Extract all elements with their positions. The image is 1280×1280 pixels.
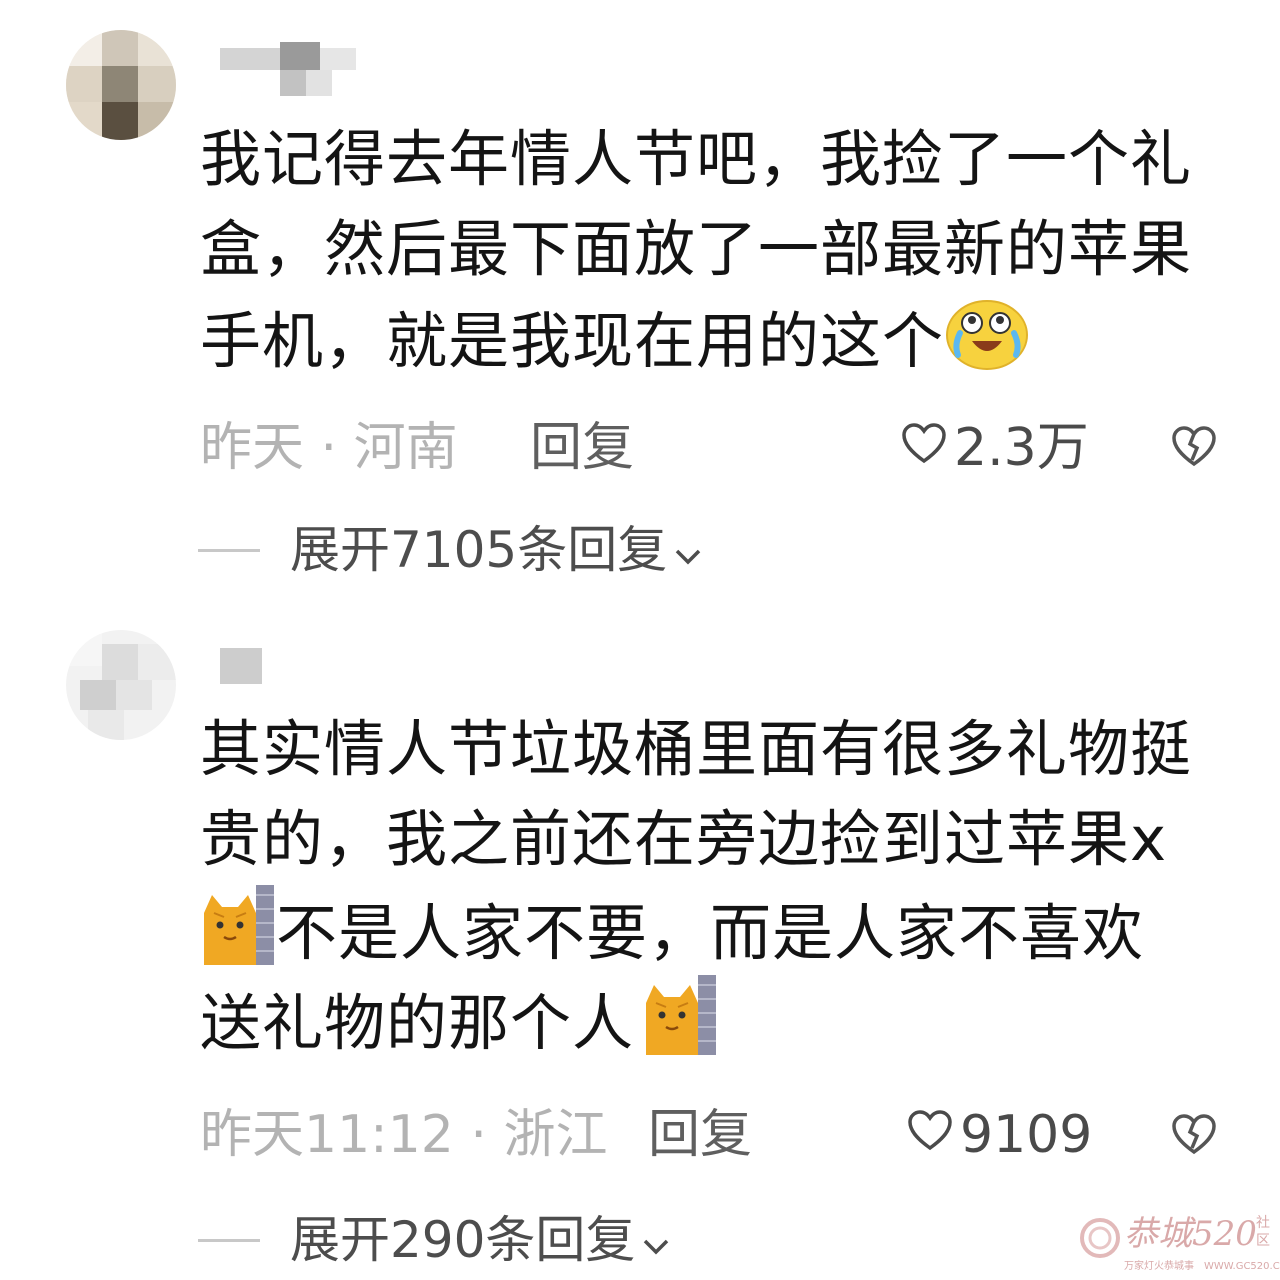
- comment-text: 其实情人节垃圾桶里面有很多礼物挺 贵的，我之前还在旁边捡到过苹果x 不是人家不要…: [200, 705, 1220, 1065]
- heart-icon: [906, 1105, 954, 1165]
- laugh-cry-emoji: [944, 295, 1030, 396]
- reply-button[interactable]: 回复: [648, 1105, 752, 1165]
- comment-meta: 昨天11:12 · 浙江: [200, 1105, 608, 1165]
- watermark-brand: 恭城520: [1124, 1214, 1257, 1254]
- like-count: 9109: [960, 1105, 1093, 1165]
- comment-line: 其实情人节垃圾桶里面有很多礼物挺: [200, 714, 1193, 785]
- like-button[interactable]: 9109: [906, 1105, 1092, 1165]
- divider: [198, 548, 260, 552]
- watermark-logo-icon: [1080, 1218, 1120, 1262]
- expand-label: 展开290条回复: [290, 1211, 636, 1269]
- comment-line: 不是人家不要，而是人家不喜欢: [200, 885, 1220, 975]
- watermark-slogan: 万家灯火恭城事: [1124, 1261, 1194, 1272]
- username-redacted[interactable]: [220, 42, 370, 100]
- chevron-down-icon: [641, 1210, 671, 1270]
- comment-line: 我记得去年情人节吧，我捡了一个礼: [200, 124, 1193, 195]
- comment-meta: 昨天 · 河南: [200, 418, 458, 478]
- cat-peek-emoji: [642, 975, 718, 1080]
- reply-button[interactable]: 回复: [530, 418, 634, 478]
- expand-replies-button[interactable]: 展开290条回复: [198, 1210, 671, 1270]
- comment-line: 盒，然后最下面放了一部最新的苹果: [200, 214, 1193, 285]
- avatar[interactable]: [66, 30, 176, 140]
- comment-text: 我记得去年情人节吧，我捡了一个礼 盒，然后最下面放了一部最新的苹果 手机，就是我…: [200, 115, 1220, 385]
- like-button[interactable]: 2.3万: [900, 418, 1089, 478]
- heart-icon: [900, 418, 948, 478]
- dislike-icon[interactable]: [1170, 1112, 1218, 1160]
- chevron-down-icon: [673, 520, 703, 580]
- expand-label: 展开7105条回复: [290, 521, 668, 579]
- divider: [198, 1238, 260, 1242]
- comment-line: 手机，就是我现在用的这个: [200, 295, 1220, 385]
- dislike-icon[interactable]: [1170, 424, 1218, 472]
- watermark-side: 社区: [1256, 1215, 1270, 1249]
- watermark-url: WWW.GC520.CN: [1204, 1261, 1280, 1272]
- avatar[interactable]: [66, 630, 176, 740]
- watermark: 恭城520 社区 万家灯火恭城事 WWW.GC520.CN: [1080, 1212, 1280, 1276]
- username-redacted[interactable]: [220, 648, 270, 688]
- comment-line: 贵的，我之前还在旁边捡到过苹果x: [200, 804, 1168, 875]
- expand-replies-button[interactable]: 展开7105条回复: [198, 520, 703, 580]
- comment-line: 送礼物的那个人: [200, 975, 1220, 1065]
- like-count: 2.3万: [954, 418, 1089, 478]
